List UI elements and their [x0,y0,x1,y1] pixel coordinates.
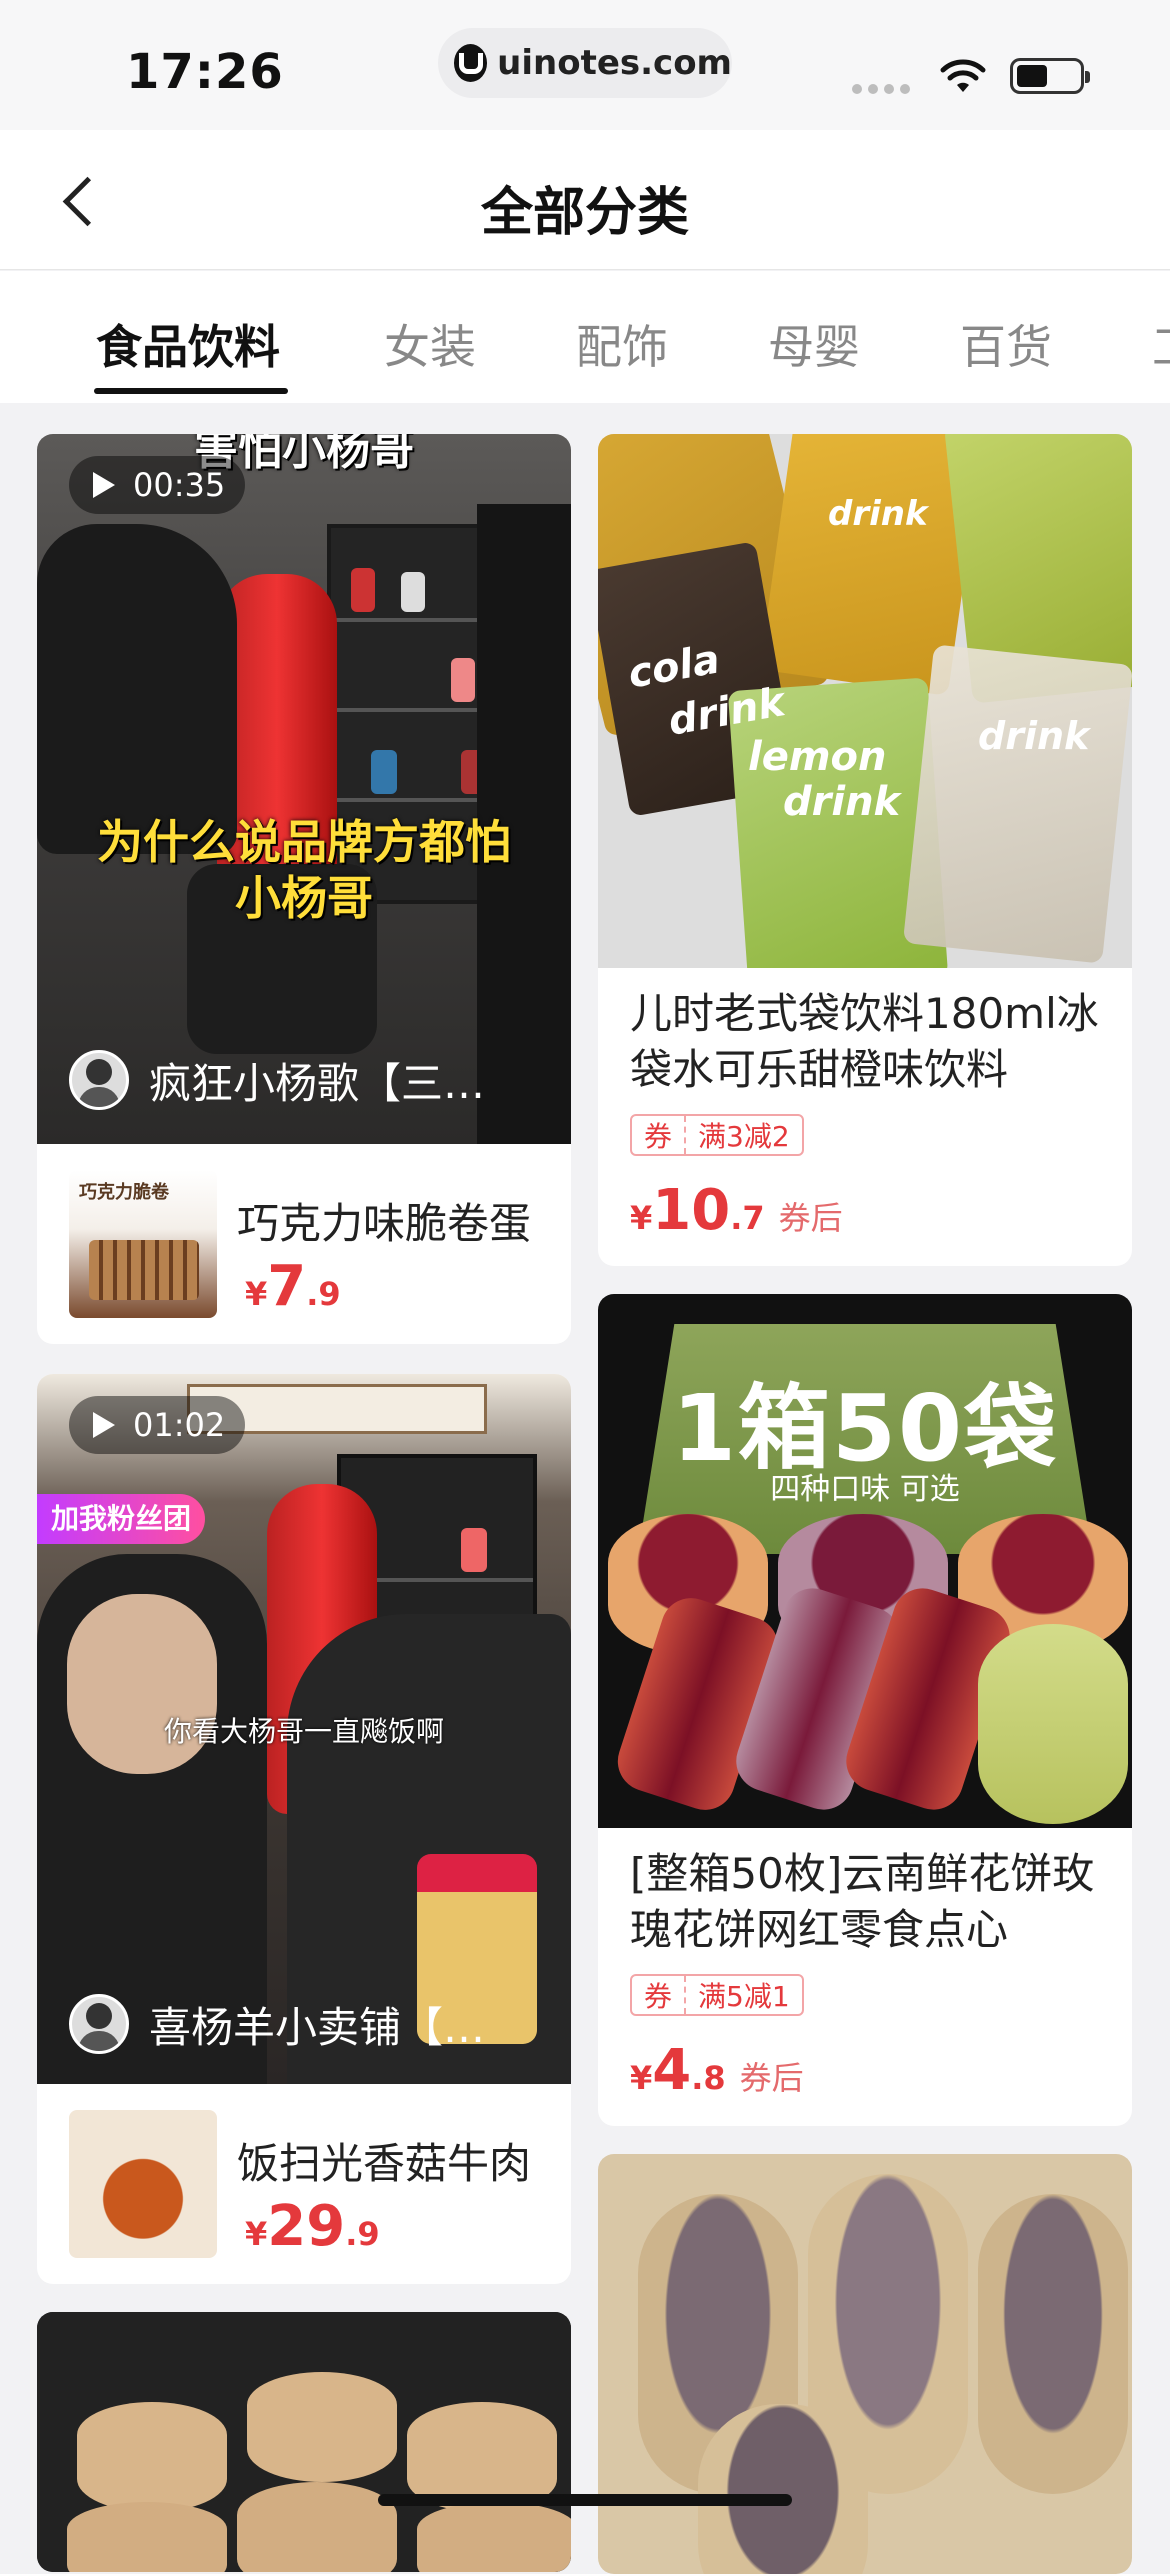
video-caption: 为什么说品牌方都怕 小杨哥 [97,815,511,925]
video-duration: 00:35 [69,456,246,514]
battery-icon [1010,58,1090,94]
author-name: 喜杨羊小卖铺【… [149,2002,486,2052]
video-card[interactable]: 加我粉丝团 你看大杨哥一直飚饭啊 01:02 喜杨羊小卖铺【… 饭扫光香菇牛肉 … [37,1374,571,2284]
product-price: ¥29.9 [245,2194,380,2259]
product-price: ¥4.8 券后 [630,2038,804,2103]
url-pill[interactable]: uinotes.com [438,28,732,98]
play-icon [93,1412,115,1438]
nav-bar: 全部分类 [0,130,1170,270]
video-card[interactable]: 害怕小杨哥 为什么说品牌方都怕 小杨哥 00:35 疯狂小杨歌【三… 巧克力脆卷… [37,434,571,1344]
product-image[interactable]: cola drink lemon drink drink drink [598,434,1132,968]
product-card[interactable]: 1箱50袋 四种口味 可选 [整箱50枚]云南鲜花饼玫瑰花饼网红零食点心 券 满… [598,1294,1132,2126]
product-thumbnail[interactable] [69,2110,217,2258]
video-thumbnail[interactable] [37,2312,571,2572]
image-text-drink: drink [828,494,928,534]
video-duration: 01:02 [69,1396,246,1454]
price-suffix: 券后 [778,1199,843,1237]
person-silhouette [37,524,237,854]
tab-more[interactable]: 工 [1152,311,1170,377]
product-title: 儿时老式袋饮料180ml冰袋水可乐甜橙味饮料 [630,989,1099,1094]
coupon-tag: 券 [632,1116,687,1154]
author-avatar [69,1050,129,1110]
product-image[interactable]: 1箱50袋 四种口味 可选 [598,1294,1132,1828]
image-subline: 四种口味 可选 [770,1472,960,1507]
wifi-icon [940,59,986,92]
currency-symbol: ¥ [245,2215,268,2253]
category-tabs: 食品饮料 女装 配饰 母婴 百货 工 [0,271,1170,403]
status-bar: 17:26 uinotes.com [0,0,1170,130]
price-decimal: .8 [691,2059,726,2097]
active-tab-indicator [94,388,288,394]
site-logo-icon [454,44,488,82]
price-decimal: .7 [730,1199,765,1237]
image-text-drink: drink [978,714,1090,758]
product-thumbnail[interactable]: 巧克力脆卷 [69,1170,217,1318]
currency-symbol: ¥ [245,1275,268,1313]
tab-general-goods[interactable]: 百货 [960,311,1052,377]
duration-text: 00:35 [133,466,226,504]
author-avatar [69,1994,129,2054]
product-name: 巧克力味脆卷蛋 [237,1199,532,1248]
video-author[interactable]: 喜杨羊小卖铺【… [69,1992,549,2056]
tab-accessories[interactable]: 配饰 [576,311,668,377]
page-title: 全部分类 [480,183,689,243]
cellular-signal-icon [852,84,910,94]
home-indicator [378,2494,792,2506]
price-decimal: .9 [306,1275,341,1313]
price-integer: 10 [652,1178,731,1243]
play-icon [93,472,115,498]
video-caption: 你看大杨哥一直飚饭啊 [163,1715,444,1748]
currency-symbol: ¥ [630,1199,653,1237]
product-name: 饭扫光香菇牛肉 [237,2139,532,2188]
image-text-drink: drink [783,779,901,825]
video-thumbnail[interactable]: 加我粉丝团 你看大杨哥一直飚饭啊 01:02 喜杨羊小卖铺【… [37,1374,571,2084]
video-thumbnail[interactable]: 害怕小杨哥 为什么说品牌方都怕 小杨哥 00:35 疯狂小杨歌【三… [37,434,571,1144]
coupon-tag: 券 [632,1976,687,2014]
price-integer: 4 [652,2038,692,2103]
tab-mother-baby[interactable]: 母婴 [768,311,860,377]
tab-food-drink[interactable]: 食品饮料 [96,311,280,377]
coupon-badge: 券 满3减2 [630,1114,804,1156]
product-card[interactable] [598,2154,1132,2574]
product-price: ¥7.9 [245,1254,341,1319]
price-decimal: .9 [345,2215,380,2253]
image-text-lemon: lemon [748,734,887,780]
coupon-rule: 满3减2 [698,1120,790,1153]
product-card[interactable]: cola drink lemon drink drink drink 儿时老式袋… [598,434,1132,1266]
product-image[interactable] [598,2154,1132,2574]
currency-symbol: ¥ [630,2059,653,2097]
price-suffix: 券后 [739,2059,804,2097]
url-text: uinotes.com [497,43,732,83]
product-title: [整箱50枚]云南鲜花饼玫瑰花饼网红零食点心 [630,1849,1095,1954]
fan-club-badge[interactable]: 加我粉丝团 [37,1494,206,1544]
price-integer: 29 [267,2194,346,2259]
duration-text: 01:02 [133,1406,226,1444]
video-author[interactable]: 疯狂小杨歌【三… [69,1048,549,1112]
status-time: 17:26 [126,44,284,100]
coupon-rule: 满5减1 [698,1980,790,2013]
video-card[interactable] [37,2312,571,2572]
author-name: 疯狂小杨歌【三… [149,1058,486,1108]
price-integer: 7 [267,1254,307,1319]
box-label: 巧克力脆卷 [79,1182,169,1203]
tab-womens-clothing[interactable]: 女装 [384,311,476,377]
coupon-badge: 券 满5减1 [630,1974,804,2016]
product-price: ¥10.7 券后 [630,1178,843,1243]
